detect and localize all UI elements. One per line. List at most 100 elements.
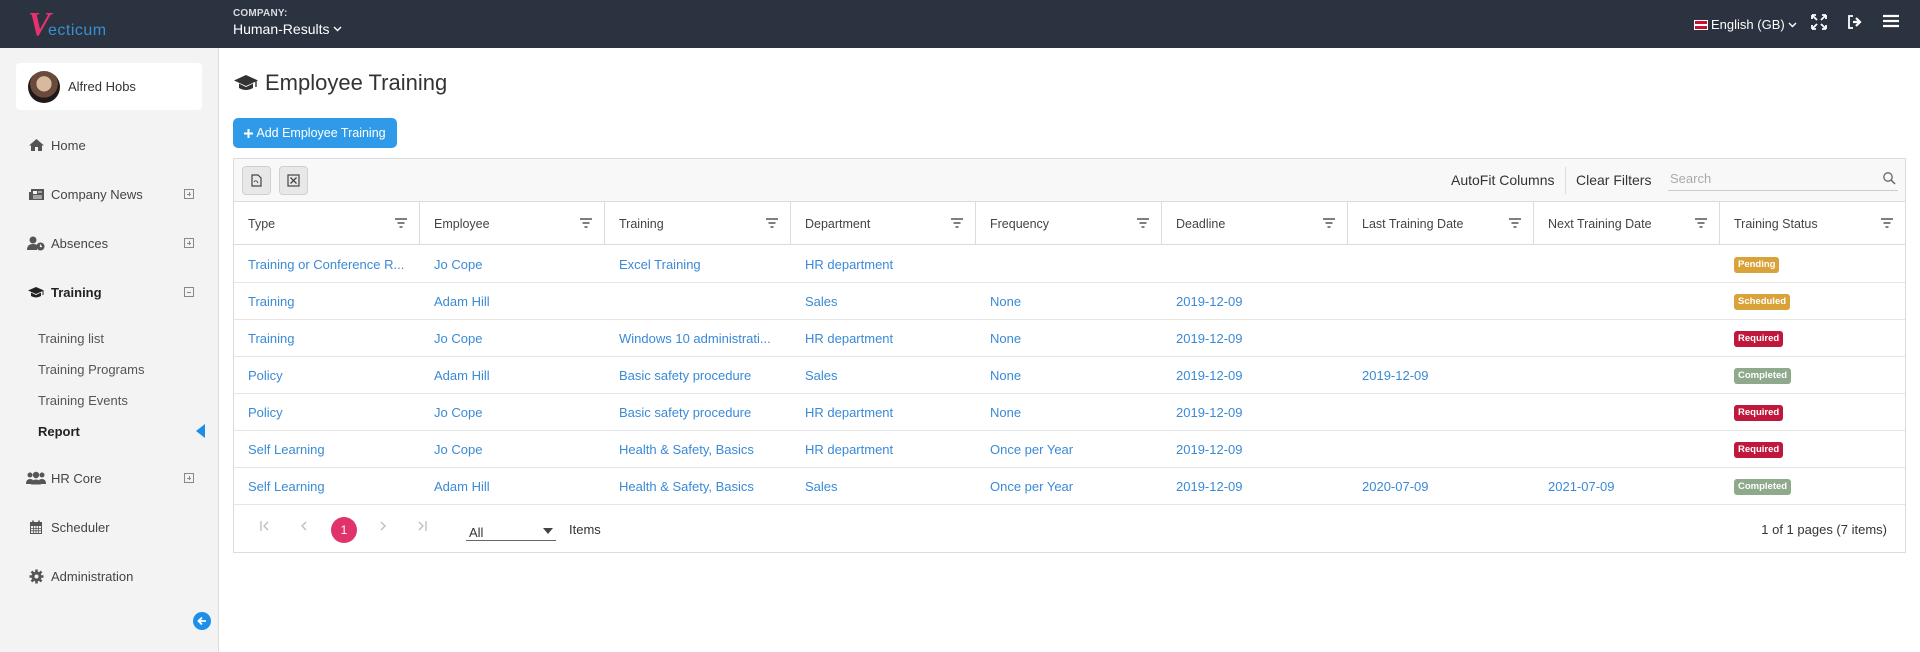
- search-icon[interactable]: [1882, 171, 1896, 185]
- cell-deadline[interactable]: 2019-12-09: [1176, 331, 1243, 346]
- sidebar-item-administration[interactable]: Administration: [0, 561, 219, 591]
- sidebar-item-absences[interactable]: Absences: [0, 228, 219, 258]
- column-header-department[interactable]: Department: [791, 202, 976, 245]
- column-header-next-training-date[interactable]: Next Training Date: [1534, 202, 1720, 245]
- sidebar-subitem-training-programs[interactable]: Training Programs: [38, 362, 144, 377]
- cell-department[interactable]: HR department: [805, 405, 893, 420]
- table-row[interactable]: Policy Jo Cope Basic safety procedure HR de…: [234, 394, 1905, 431]
- export-excel-button[interactable]: [279, 166, 308, 195]
- cell-deadline[interactable]: 2019-12-09: [1176, 405, 1243, 420]
- cell-type[interactable]: Self Learning: [248, 479, 325, 494]
- expand-icon[interactable]: [184, 473, 194, 483]
- cell-last-training-date[interactable]: 2019-12-09: [1362, 368, 1429, 383]
- clear-filters-button[interactable]: Clear Filters: [1576, 172, 1651, 188]
- column-header-type[interactable]: Type: [234, 202, 420, 245]
- logout-icon[interactable]: [1847, 14, 1867, 34]
- column-header-employee[interactable]: Employee: [420, 202, 605, 245]
- filter-icon[interactable]: [1509, 218, 1521, 228]
- cell-training[interactable]: Excel Training: [619, 257, 701, 272]
- sidebar-item-company-news[interactable]: Company News: [0, 179, 219, 209]
- export-pdf-button[interactable]: [242, 166, 271, 195]
- add-employee-training-button[interactable]: Add Employee Training: [233, 118, 397, 148]
- table-row[interactable]: Policy Adam Hill Basic safety procedure Sal…: [234, 357, 1905, 394]
- sidebar-item-home[interactable]: Home: [0, 130, 219, 160]
- table-row[interactable]: Training or Conference R... Jo Cope Excel …: [234, 246, 1905, 283]
- cell-training[interactable]: Basic safety procedure: [619, 405, 751, 420]
- cell-frequency[interactable]: None: [990, 294, 1021, 309]
- cell-type[interactable]: Policy: [248, 368, 283, 383]
- cell-deadline[interactable]: 2019-12-09: [1176, 368, 1243, 383]
- cell-frequency[interactable]: Once per Year: [990, 479, 1073, 494]
- user-profile[interactable]: Alfred Hobs: [16, 63, 202, 110]
- cell-employee[interactable]: Jo Cope: [434, 331, 482, 346]
- cell-deadline[interactable]: 2019-12-09: [1176, 294, 1243, 309]
- filter-icon[interactable]: [580, 218, 592, 228]
- fullscreen-icon[interactable]: [1811, 14, 1831, 34]
- cell-employee[interactable]: Jo Cope: [434, 405, 482, 420]
- page-number-current[interactable]: 1: [331, 517, 357, 543]
- cell-type[interactable]: Training: [248, 331, 294, 346]
- column-header-frequency[interactable]: Frequency: [976, 202, 1162, 245]
- sidebar-item-scheduler[interactable]: Scheduler: [0, 512, 219, 542]
- table-row[interactable]: Training Jo Cope Windows 10 administrati..…: [234, 320, 1905, 357]
- search-input[interactable]: Search: [1668, 167, 1898, 191]
- company-selector[interactable]: COMPANY: Human-Results: [233, 8, 342, 37]
- sidebar-subitem-report[interactable]: Report: [38, 424, 80, 439]
- menu-icon[interactable]: [1883, 14, 1903, 34]
- cell-employee[interactable]: Adam Hill: [434, 368, 490, 383]
- filter-icon[interactable]: [1695, 218, 1707, 228]
- column-header-last-training-date[interactable]: Last Training Date: [1348, 202, 1534, 245]
- cell-frequency[interactable]: Once per Year: [990, 442, 1073, 457]
- app-logo[interactable]: V ecticum: [28, 8, 128, 42]
- cell-frequency[interactable]: None: [990, 331, 1021, 346]
- company-dropdown[interactable]: Human-Results: [233, 21, 342, 37]
- cell-department[interactable]: HR department: [805, 442, 893, 457]
- cell-department[interactable]: HR department: [805, 257, 893, 272]
- column-header-training[interactable]: Training: [605, 202, 791, 245]
- next-page-icon[interactable]: [377, 520, 389, 532]
- filter-icon[interactable]: [395, 218, 407, 228]
- filter-icon[interactable]: [951, 218, 963, 228]
- cell-department[interactable]: Sales: [805, 479, 838, 494]
- column-header-deadline[interactable]: Deadline: [1162, 202, 1348, 245]
- cell-deadline[interactable]: 2019-12-09: [1176, 479, 1243, 494]
- autofit-columns-button[interactable]: AutoFit Columns: [1451, 172, 1554, 188]
- expand-icon[interactable]: [184, 189, 194, 199]
- filter-icon[interactable]: [1323, 218, 1335, 228]
- cell-department[interactable]: HR department: [805, 331, 893, 346]
- language-selector[interactable]: English (GB): [1694, 17, 1797, 32]
- cell-type[interactable]: Policy: [248, 405, 283, 420]
- table-row[interactable]: Self Learning Adam Hill Health & Safety, B…: [234, 468, 1905, 505]
- cell-type[interactable]: Self Learning: [248, 442, 325, 457]
- filter-icon[interactable]: [1137, 218, 1149, 228]
- column-header-training-status[interactable]: Training Status: [1720, 202, 1905, 245]
- cell-type[interactable]: Training: [248, 294, 294, 309]
- cell-last-training-date[interactable]: 2020-07-09: [1362, 479, 1429, 494]
- sidebar-subitem-training-list[interactable]: Training list: [38, 331, 104, 346]
- filter-icon[interactable]: [1881, 218, 1893, 228]
- cell-employee[interactable]: Jo Cope: [434, 442, 482, 457]
- filter-icon[interactable]: [766, 218, 778, 228]
- first-page-icon[interactable]: [259, 520, 271, 532]
- cell-type[interactable]: Training or Conference R...: [248, 257, 404, 272]
- collapse-sidebar-icon[interactable]: [193, 612, 211, 630]
- sidebar-subitem-training-events[interactable]: Training Events: [38, 393, 128, 408]
- sidebar-item-hr-core[interactable]: HR Core: [0, 463, 219, 493]
- table-row[interactable]: Self Learning Jo Cope Health & Safety, Bas…: [234, 431, 1905, 468]
- last-page-icon[interactable]: [416, 520, 428, 532]
- cell-employee[interactable]: Adam Hill: [434, 479, 490, 494]
- cell-department[interactable]: Sales: [805, 368, 838, 383]
- cell-department[interactable]: Sales: [805, 294, 838, 309]
- prev-page-icon[interactable]: [298, 520, 310, 532]
- page-size-select[interactable]: All: [466, 515, 556, 541]
- collapse-icon[interactable]: [184, 287, 194, 297]
- cell-frequency[interactable]: None: [990, 368, 1021, 383]
- cell-training[interactable]: Health & Safety, Basics: [619, 479, 754, 494]
- cell-deadline[interactable]: 2019-12-09: [1176, 442, 1243, 457]
- sidebar-item-training[interactable]: Training: [0, 277, 219, 307]
- expand-icon[interactable]: [184, 238, 194, 248]
- cell-next-training-date[interactable]: 2021-07-09: [1548, 479, 1615, 494]
- cell-training[interactable]: Health & Safety, Basics: [619, 442, 754, 457]
- cell-employee[interactable]: Adam Hill: [434, 294, 490, 309]
- cell-employee[interactable]: Jo Cope: [434, 257, 482, 272]
